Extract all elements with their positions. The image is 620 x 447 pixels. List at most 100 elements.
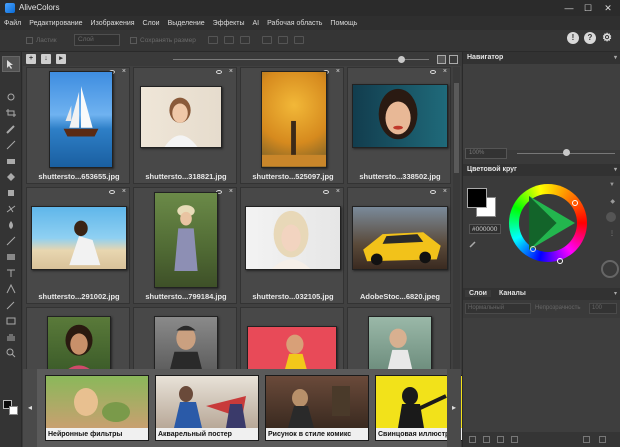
new-group-icon[interactable] (511, 436, 518, 443)
menu-ai[interactable]: AI (253, 20, 260, 27)
panel-menu-icon[interactable]: ▾ (614, 166, 617, 173)
new-layer-icon[interactable] (583, 436, 590, 443)
sample-checkbox[interactable] (130, 37, 137, 44)
align-center-icon[interactable] (224, 36, 234, 44)
effect-card[interactable]: Акварельный постер (155, 375, 259, 441)
minimize-button[interactable]: — (562, 2, 576, 14)
thumbnail-item[interactable]: × AdobeStoc...6820.jpeg (347, 187, 451, 304)
panel-menu-icon[interactable]: ▾ (614, 54, 617, 61)
move-tool-icon[interactable] (2, 56, 20, 72)
align-middle-icon[interactable] (278, 36, 288, 44)
menu-edit[interactable]: Редактирование (29, 20, 82, 27)
blur-tool-icon[interactable] (5, 220, 17, 230)
hand-tool-icon[interactable] (5, 332, 17, 342)
eye-icon[interactable] (430, 190, 436, 194)
thumbnail-size-slider[interactable] (173, 59, 429, 60)
thumbnail-item[interactable]: × shuttersto...318821.jpg (133, 67, 237, 184)
menu-layers[interactable]: Слои (143, 20, 160, 27)
menu-workspace[interactable]: Рабочая область (267, 20, 322, 27)
maximize-button[interactable]: ☐ (581, 2, 595, 14)
feather-checkbox[interactable] (26, 37, 33, 44)
crop-tool-icon[interactable] (5, 108, 17, 118)
thumbnail-item[interactable]: × shuttersto...291002.jpg (26, 187, 130, 304)
close-icon[interactable]: × (122, 188, 126, 195)
navigator-zoom-field[interactable]: 100% (465, 148, 507, 159)
wheel-mode-icon[interactable]: ▼ (609, 182, 615, 188)
stamp-tool-icon[interactable] (5, 188, 17, 198)
close-icon[interactable]: × (122, 68, 126, 75)
close-icon[interactable]: × (229, 68, 233, 75)
smudge-tool-icon[interactable] (5, 236, 17, 246)
healing-tool-icon[interactable] (5, 204, 17, 214)
tab-channels[interactable]: Каналы (499, 290, 526, 297)
open-file-icon[interactable]: ↓ (41, 54, 51, 64)
close-icon[interactable]: × (229, 188, 233, 195)
grid-view-icon[interactable] (437, 55, 446, 64)
strip-left-arrow-icon[interactable]: ◂ (23, 369, 37, 447)
close-button[interactable]: ✕ (601, 2, 615, 14)
layer-effects-icon[interactable] (469, 436, 476, 443)
scrollbar-thumb[interactable] (454, 83, 459, 173)
alert-icon[interactable]: ! (567, 32, 579, 44)
thumbnail-item[interactable]: × shuttersto...032105.jpg (240, 187, 344, 304)
gradient-tool-icon[interactable] (5, 252, 17, 262)
browser-scrollbar[interactable] (453, 67, 460, 369)
eye-icon[interactable] (430, 70, 436, 74)
hex-color-field[interactable]: #000000 (469, 224, 501, 234)
settings-gear-icon[interactable]: ⚙ (601, 32, 613, 44)
list-view-icon[interactable] (449, 55, 458, 64)
tab-layers[interactable]: Слои (465, 290, 491, 297)
eraser-tool-icon[interactable] (5, 156, 17, 166)
close-icon[interactable]: × (336, 188, 340, 195)
zoom-tool-icon[interactable] (5, 348, 17, 358)
opacity-field[interactable]: 100 (589, 303, 617, 314)
close-icon[interactable]: × (443, 68, 447, 75)
text-tool-icon[interactable] (5, 268, 17, 278)
shape-tool-icon[interactable] (5, 316, 17, 326)
path-tool-icon[interactable] (5, 283, 17, 294)
thumbnail-item[interactable] (26, 307, 130, 369)
navigator-zoom-knob[interactable] (563, 149, 570, 156)
eye-icon[interactable] (109, 190, 115, 194)
close-icon[interactable]: × (336, 68, 340, 75)
color-marker[interactable] (530, 246, 536, 252)
eyedropper-icon[interactable] (469, 240, 477, 248)
eye-icon[interactable] (216, 70, 222, 74)
align-top-icon[interactable] (262, 36, 272, 44)
thumbnail-item[interactable]: × shuttersto...525097.jpg (240, 67, 344, 184)
pencil-tool-icon[interactable] (5, 140, 17, 150)
delete-layer-icon[interactable] (599, 436, 606, 443)
color-wheel-header[interactable]: Цветовой круг ▾ (463, 164, 620, 176)
wheel-palette-icon[interactable] (606, 212, 616, 222)
fill-tool-icon[interactable] (5, 172, 17, 182)
ring-marker[interactable] (557, 258, 563, 264)
navigator-header[interactable]: Навигатор ▾ (463, 52, 620, 64)
adjustment-layer-icon[interactable] (497, 436, 504, 443)
pen-tool-icon[interactable] (5, 300, 17, 310)
eye-icon[interactable] (323, 190, 329, 194)
panel-menu-icon[interactable]: ▾ (614, 290, 617, 297)
wheel-reset-icon[interactable] (601, 260, 619, 278)
menu-file[interactable]: Файл (4, 20, 21, 27)
align-bottom-icon[interactable] (294, 36, 304, 44)
layer-select[interactable]: Слой (74, 34, 120, 46)
wheel-dots-icon[interactable]: ⋮ (609, 230, 615, 237)
blend-mode-select[interactable]: Нормальный (465, 303, 531, 314)
wheel-option-icon[interactable]: ◆ (610, 198, 615, 205)
close-icon[interactable]: × (443, 188, 447, 195)
menu-help[interactable]: Помощь (330, 20, 357, 27)
hue-marker[interactable] (572, 200, 578, 206)
effect-card[interactable]: Нейронные фильтры (45, 375, 149, 441)
background-color-swatch[interactable] (9, 406, 18, 415)
open-folder-icon[interactable]: ▸ (56, 54, 66, 64)
new-document-icon[interactable]: + (26, 54, 36, 64)
thumbnail-item[interactable]: × shuttersto...799184.jpg (133, 187, 237, 304)
effect-card[interactable]: Рисунок в стиле комикс (265, 375, 369, 441)
strip-right-arrow-icon[interactable]: ▸ (447, 369, 461, 447)
thumbnail-item[interactable]: × shuttersto...653655.jpg (26, 67, 130, 184)
thumbnail-item[interactable] (240, 307, 344, 369)
menu-select[interactable]: Выделение (168, 20, 205, 27)
thumbnail-item[interactable] (347, 307, 451, 369)
align-left-icon[interactable] (208, 36, 218, 44)
thumbnail-item[interactable] (133, 307, 237, 369)
